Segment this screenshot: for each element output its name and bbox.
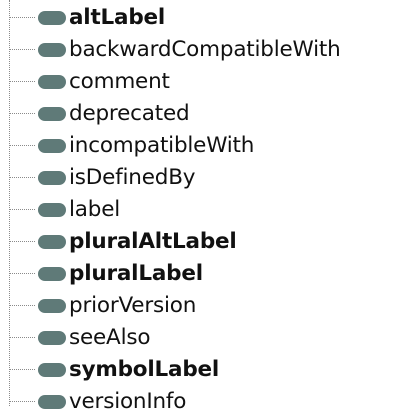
tree-item-label: comment xyxy=(69,69,170,94)
annotation-property-icon xyxy=(38,203,66,217)
tree-connector xyxy=(10,113,35,114)
tree-item-label[interactable]: label xyxy=(0,194,394,226)
tree-item-label: incompatibleWith xyxy=(69,133,255,158)
tree-connector xyxy=(10,17,35,18)
tree-item-label: pluralLabel xyxy=(69,261,203,286)
tree-connector xyxy=(10,337,35,338)
tree-item-symbolLabel[interactable]: symbolLabel xyxy=(0,354,394,386)
tree-connector xyxy=(10,209,35,210)
annotation-property-icon xyxy=(38,139,66,153)
tree-item-label: symbolLabel xyxy=(69,357,220,382)
tree-item-deprecated[interactable]: deprecated xyxy=(0,98,394,130)
tree-item-label: altLabel xyxy=(69,5,166,30)
annotation-property-icon xyxy=(38,235,66,249)
annotation-property-icon xyxy=(38,43,66,57)
tree-item-label: pluralAltLabel xyxy=(69,229,237,254)
annotation-property-icon xyxy=(38,363,66,377)
tree-connector xyxy=(10,49,35,50)
tree-item-pluralLabel[interactable]: pluralLabel xyxy=(0,258,394,290)
annotation-property-icon xyxy=(38,171,66,185)
tree-item-label: isDefinedBy xyxy=(69,165,196,190)
tree-connector xyxy=(10,369,35,370)
tree-connector xyxy=(10,145,35,146)
tree-item-label: seeAlso xyxy=(69,325,151,350)
tree-connector xyxy=(10,241,35,242)
annotation-property-icon xyxy=(38,395,66,409)
annotation-property-icon xyxy=(38,107,66,121)
tree-item-pluralAltLabel[interactable]: pluralAltLabel xyxy=(0,226,394,258)
annotation-property-icon xyxy=(38,75,66,89)
tree-item-label: priorVersion xyxy=(69,293,197,318)
tree-item-label: versionInfo xyxy=(69,389,187,414)
annotation-property-icon xyxy=(38,267,66,281)
annotation-property-icon xyxy=(38,299,66,313)
tree-item-label: backwardCompatibleWith xyxy=(69,37,341,62)
tree-connector xyxy=(10,401,35,402)
tree-item-priorVersion[interactable]: priorVersion xyxy=(0,290,394,322)
tree-item-altLabel[interactable]: altLabel xyxy=(0,2,394,34)
tree-item-label: deprecated xyxy=(69,101,190,126)
tree-item-isDefinedBy[interactable]: isDefinedBy xyxy=(0,162,394,194)
annotation-property-icon xyxy=(38,11,66,25)
tree-item-incompatibleWith[interactable]: incompatibleWith xyxy=(0,130,394,162)
tree-connector xyxy=(10,305,35,306)
tree-connector xyxy=(10,81,35,82)
tree-connector xyxy=(10,177,35,178)
annotation-property-icon xyxy=(38,331,66,345)
tree-connector xyxy=(10,273,35,274)
tree-item-backwardCompatibleWith[interactable]: backwardCompatibleWith xyxy=(0,34,394,66)
tree-item-versionInfo[interactable]: versionInfo xyxy=(0,386,394,418)
tree-item-label: label xyxy=(69,197,120,222)
property-tree: altLabel backwardCompatibleWith comment … xyxy=(0,0,394,416)
tree-item-comment[interactable]: comment xyxy=(0,66,394,98)
tree-item-seeAlso[interactable]: seeAlso xyxy=(0,322,394,354)
